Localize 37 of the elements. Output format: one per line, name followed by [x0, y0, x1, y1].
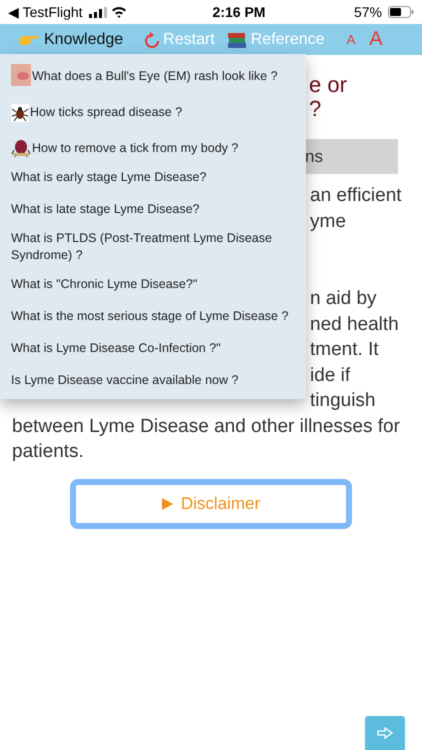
- clock: 2:16 PM: [212, 4, 266, 20]
- menu-item[interactable]: What is Lyme Disease Co-Infection ?": [0, 333, 306, 365]
- menu-item[interactable]: How to remove a tick from my body ?: [0, 126, 306, 162]
- menu-item[interactable]: What is "Chronic Lyme Disease?": [0, 269, 306, 301]
- menu-item[interactable]: Is Lyme Disease vaccine available now ?: [0, 365, 306, 397]
- body-text: n aid by: [310, 287, 377, 311]
- knowledge-tab[interactable]: Knowledge: [44, 30, 124, 48]
- body-text: ned health: [310, 312, 399, 336]
- signal-icon: [88, 6, 107, 18]
- menu-item[interactable]: How ticks spread disease ?: [0, 90, 306, 126]
- menu-item[interactable]: What is early stage Lyme Disease?: [0, 162, 306, 194]
- menu-item[interactable]: What is late stage Lyme Disease?: [0, 194, 306, 226]
- books-icon: [226, 30, 247, 48]
- heading-text: ?: [309, 97, 322, 121]
- play-icon: [162, 498, 173, 510]
- refresh-icon: [145, 32, 160, 48]
- arrow-right-icon: [377, 727, 393, 739]
- tick-icon: [11, 138, 31, 158]
- body-text: ide if: [310, 364, 350, 388]
- next-button[interactable]: [365, 716, 405, 750]
- wifi-icon: [110, 6, 127, 18]
- section-text: ns: [305, 146, 323, 166]
- body-text: between Lyme Disease and other illnesses for: [12, 414, 400, 438]
- heading-text: e or: [309, 73, 348, 97]
- body-text: patients.: [12, 440, 84, 464]
- menu-item[interactable]: What is the most serious stage of Lyme Disease ?: [0, 301, 306, 333]
- menu-item[interactable]: What does a Bull's Eye (EM) rash look like ?: [0, 54, 306, 90]
- body-text: yme: [310, 210, 346, 234]
- body-text: tinguish: [310, 389, 376, 413]
- back-link[interactable]: ◀ TestFlight: [8, 4, 83, 20]
- rash-icon: [11, 64, 31, 86]
- menu-item[interactable]: What is PTLDS (Post-Treatment Lyme Disease Syndrome) ?: [0, 226, 306, 269]
- body-text: tment. It: [310, 338, 379, 362]
- battery-icon: [388, 6, 414, 18]
- tick-icon: [11, 104, 29, 122]
- body-text: an efficient: [310, 184, 402, 208]
- battery-percent: 57%: [354, 4, 382, 20]
